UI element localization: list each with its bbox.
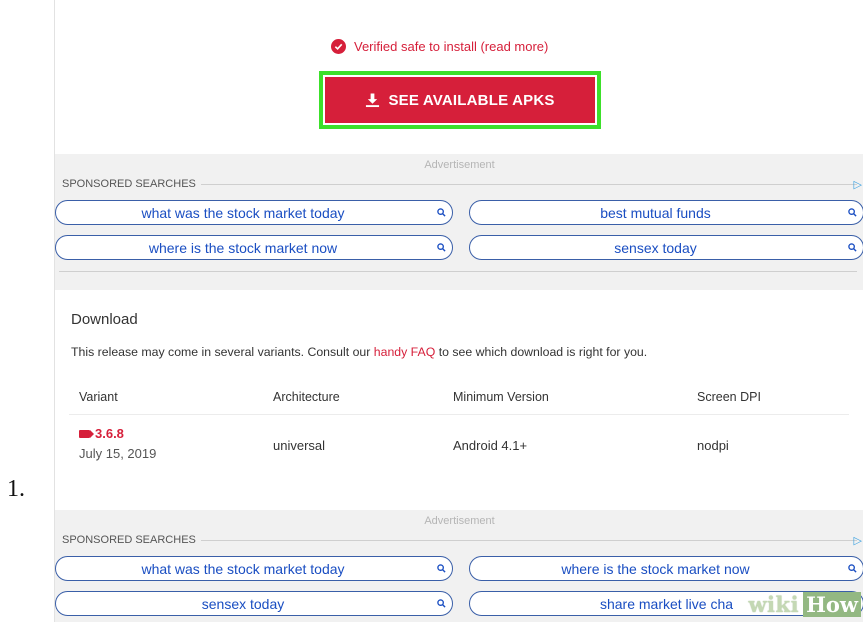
sponsored-search-link[interactable]: sensex today xyxy=(469,235,863,260)
download-icon xyxy=(366,93,380,108)
divider xyxy=(59,271,857,272)
see-available-apks-button[interactable]: SEE AVAILABLE APKS xyxy=(325,77,595,123)
download-title: Download xyxy=(71,311,138,328)
sponsored-header: SPONSORED SEARCHES xyxy=(62,178,857,190)
search-icon xyxy=(841,243,863,252)
adchoices-icon[interactable]: ▷ xyxy=(854,178,862,191)
watermark-how: How xyxy=(803,591,861,617)
variant-cell: 3.6.8 July 15, 2019 xyxy=(79,426,156,461)
browser-page: Verified safe to install (read more) SEE… xyxy=(54,0,863,622)
architecture-value: universal xyxy=(273,438,326,453)
sponsored-search-link[interactable]: what was the stock market today xyxy=(55,200,453,225)
search-icon xyxy=(430,243,452,252)
sponsored-header: SPONSORED SEARCHES xyxy=(62,534,857,546)
sponsored-search-link[interactable]: sensex today xyxy=(55,591,453,616)
divider xyxy=(200,539,857,541)
search-icon xyxy=(430,208,452,217)
dpi-value: nodpi xyxy=(697,438,729,453)
search-icon xyxy=(430,564,452,573)
download-section: Download This release may come in severa… xyxy=(55,290,863,510)
ad-label: Advertisement xyxy=(424,515,495,527)
sponsored-label: SPONSORED SEARCHES xyxy=(62,178,196,190)
install-section: Verified safe to install (read more) SEE… xyxy=(55,0,863,154)
sponsored-search-link[interactable]: best mutual funds xyxy=(469,200,863,225)
variant-version-link[interactable]: 3.6.8 xyxy=(79,426,156,441)
min-version-value: Android 4.1+ xyxy=(453,438,528,453)
download-description: This release may come in several variant… xyxy=(71,345,648,359)
watermark-wiki: wiki xyxy=(748,591,800,617)
column-header-architecture: Architecture xyxy=(273,390,340,404)
apk-button-highlight: SEE AVAILABLE APKS xyxy=(319,71,601,129)
handy-faq-link[interactable]: handy FAQ xyxy=(374,345,436,359)
column-header-screen-dpi: Screen DPI xyxy=(697,390,761,404)
search-icon xyxy=(841,208,863,217)
ad-label: Advertisement xyxy=(424,159,495,171)
search-icon xyxy=(430,599,452,608)
adchoices-icon[interactable]: ▷ xyxy=(854,534,862,547)
divider xyxy=(69,414,849,415)
verified-notice[interactable]: Verified safe to install (read more) xyxy=(331,39,548,54)
tag-icon xyxy=(79,429,94,438)
sponsored-search-link[interactable]: where is the stock market now xyxy=(469,556,863,581)
sponsored-label: SPONSORED SEARCHES xyxy=(62,534,196,546)
column-header-minimum-version: Minimum Version xyxy=(453,390,549,404)
apk-button-label: SEE AVAILABLE APKS xyxy=(388,91,555,109)
column-header-variant: Variant xyxy=(79,390,118,404)
ad-block-top: Advertisement SPONSORED SEARCHES ▷ what … xyxy=(55,154,863,290)
search-icon xyxy=(841,564,863,573)
step-number: 1. xyxy=(7,476,25,502)
sponsored-search-link[interactable]: where is the stock market now xyxy=(55,235,453,260)
verified-text: Verified safe to install (read more) xyxy=(354,39,549,54)
check-icon xyxy=(331,39,346,54)
wikihow-watermark: wiki How xyxy=(713,586,863,622)
sponsored-search-link[interactable]: what was the stock market today xyxy=(55,556,453,581)
divider xyxy=(200,183,857,185)
release-date: July 15, 2019 xyxy=(79,446,157,461)
